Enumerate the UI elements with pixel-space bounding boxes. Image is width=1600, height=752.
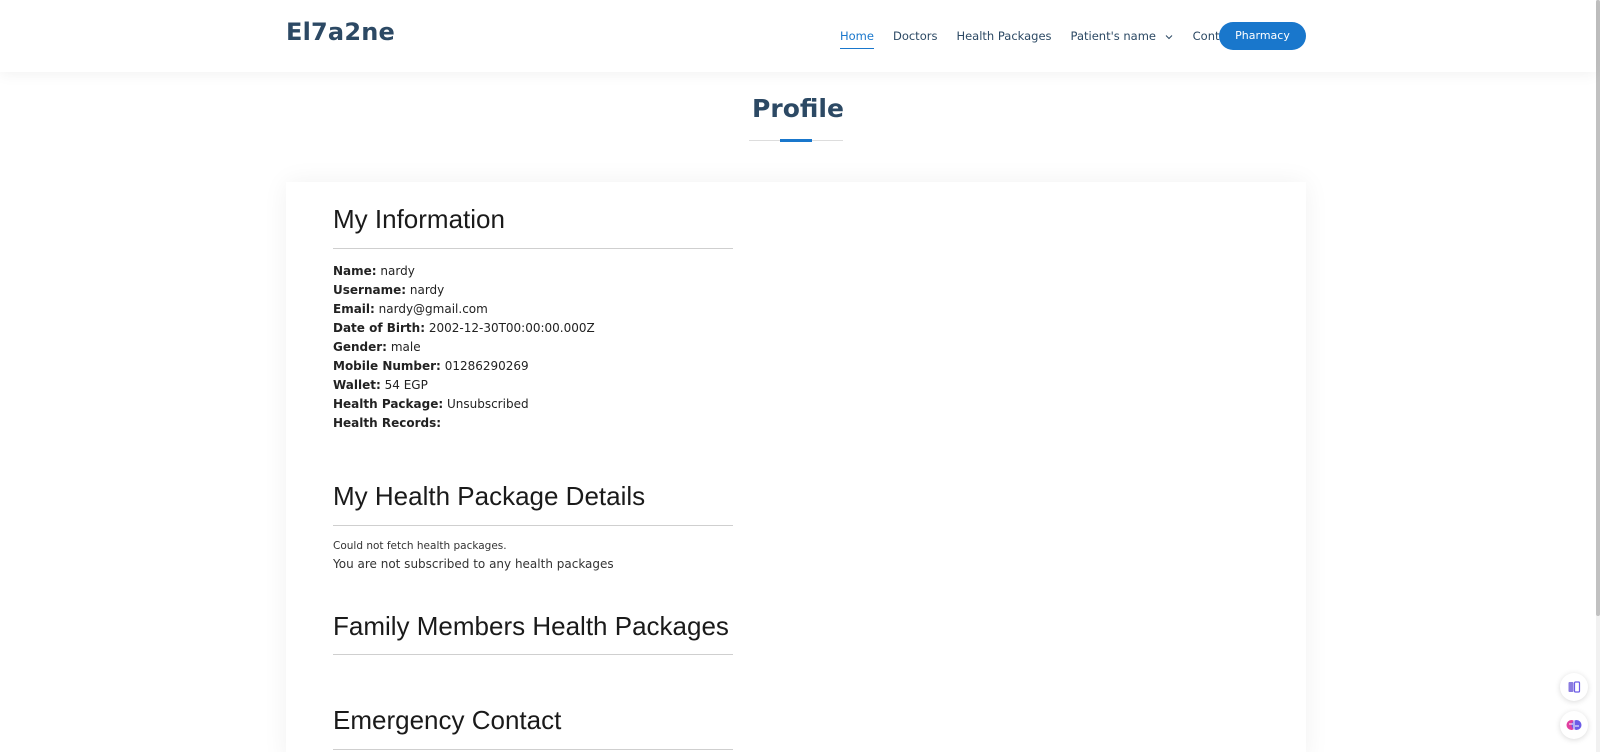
info-mobile-number: Mobile Number: 01286290269 bbox=[333, 357, 595, 376]
field-value: 54 EGP bbox=[384, 378, 428, 392]
field-value: 2002-12-30T00:00:00.000Z bbox=[428, 321, 595, 335]
fetch-error-message: Could not fetch health packages. bbox=[333, 540, 507, 552]
page-scrollbar[interactable] bbox=[1596, 0, 1600, 752]
page-title: Profile bbox=[752, 94, 844, 123]
site-header: El7a2ne Home Doctors Health Packages Pat… bbox=[0, 0, 1596, 72]
field-label: Wallet: bbox=[333, 378, 381, 392]
book-icon bbox=[1568, 681, 1581, 693]
health-package-details-divider bbox=[333, 525, 733, 526]
nav-home[interactable]: Home bbox=[840, 23, 874, 49]
info-username: Username: nardy bbox=[333, 281, 595, 300]
nav-patient-label: Patient's name bbox=[1070, 29, 1156, 43]
field-label: Username: bbox=[333, 283, 407, 297]
field-label: Date of Birth: bbox=[333, 321, 426, 335]
site-logo[interactable]: El7a2ne bbox=[286, 18, 395, 46]
pharmacy-button[interactable]: Pharmacy bbox=[1219, 22, 1306, 50]
field-label: Health Records: bbox=[333, 416, 442, 430]
brain-icon bbox=[1566, 720, 1582, 730]
field-value: nardy bbox=[409, 283, 445, 297]
book-button[interactable] bbox=[1560, 673, 1588, 701]
info-date-of-birth: Date of Birth: 2002-12-30T00:00:00.000Z bbox=[333, 319, 595, 338]
emergency-contact-title: Emergency Contact bbox=[333, 705, 562, 735]
emergency-contact-divider bbox=[333, 749, 733, 750]
info-email: Email: nardy@gmail.com bbox=[333, 300, 595, 319]
field-label: Email: bbox=[333, 302, 375, 316]
info-gender: Gender: male bbox=[333, 338, 595, 357]
health-package-details-title: My Health Package Details bbox=[333, 481, 646, 511]
field-value: male bbox=[390, 340, 421, 354]
info-name: Name: nardy bbox=[333, 262, 595, 281]
field-label: Name: bbox=[333, 264, 377, 278]
field-label: Health Package: bbox=[333, 397, 444, 411]
info-wallet: Wallet: 54 EGP bbox=[333, 376, 595, 395]
scrollbar-thumb[interactable] bbox=[1596, 0, 1600, 616]
my-information-title: My Information bbox=[333, 204, 505, 234]
information-list: Name: nardy Username: nardy Email: nardy… bbox=[333, 262, 595, 433]
field-value: nardy@gmail.com bbox=[378, 302, 488, 316]
brain-button[interactable] bbox=[1560, 711, 1588, 739]
info-health-records: Health Records: bbox=[333, 414, 595, 433]
family-packages-title: Family Members Health Packages bbox=[333, 611, 729, 641]
chevron-down-icon bbox=[1165, 34, 1173, 39]
title-accent-bar bbox=[780, 139, 812, 142]
main-nav: Home Doctors Health Packages Patient's n… bbox=[840, 0, 1256, 72]
field-value: 01286290269 bbox=[444, 359, 529, 373]
my-information-divider bbox=[333, 248, 733, 249]
info-health-package: Health Package: Unsubscribed bbox=[333, 395, 595, 414]
field-label: Gender: bbox=[333, 340, 387, 354]
nav-health-packages[interactable]: Health Packages bbox=[956, 23, 1051, 49]
field-label: Mobile Number: bbox=[333, 359, 441, 373]
nav-doctors[interactable]: Doctors bbox=[893, 23, 937, 49]
nav-patient-dropdown[interactable]: Patient's name bbox=[1071, 23, 1174, 49]
family-packages-divider bbox=[333, 654, 733, 655]
field-value: Unsubscribed bbox=[446, 397, 529, 411]
no-subscription-message: You are not subscribed to any health pac… bbox=[333, 557, 614, 571]
field-value: nardy bbox=[380, 264, 415, 278]
